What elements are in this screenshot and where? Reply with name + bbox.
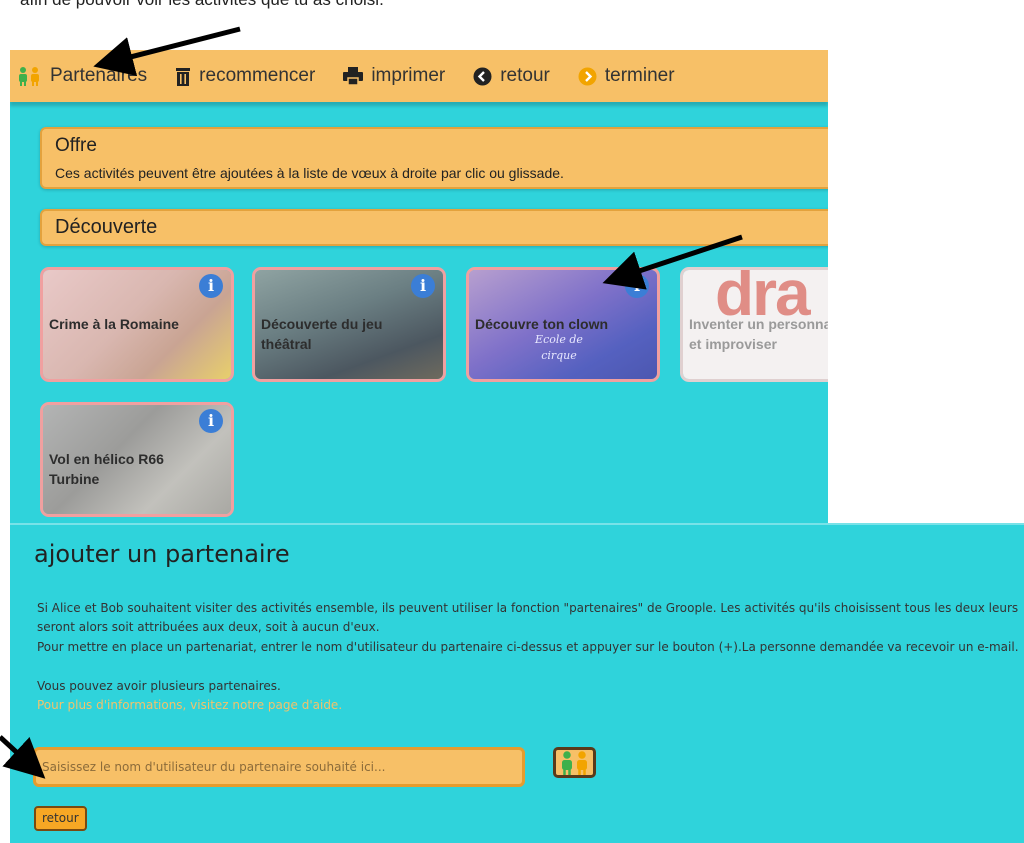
arrow-partners	[93, 26, 241, 76]
annotation-arrows	[0, 26, 743, 779]
arrow-clown	[602, 234, 743, 290]
arrow-input	[0, 735, 46, 779]
